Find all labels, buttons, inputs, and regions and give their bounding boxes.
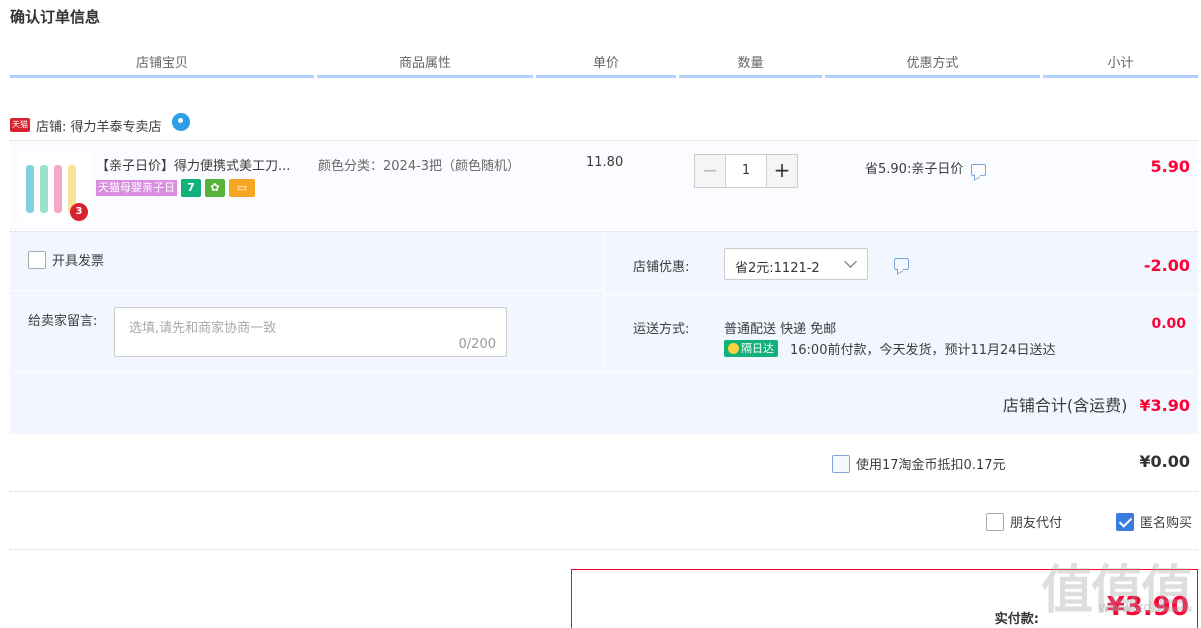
- coins-amount: ¥0.00: [1139, 452, 1190, 471]
- column-header-subtotal: 小计: [1043, 54, 1198, 78]
- item-attribute: 颜色分类：2024-3把（颜色随机）: [318, 159, 521, 174]
- message-icon[interactable]: [971, 163, 987, 176]
- knife-graphic: [40, 165, 48, 213]
- quantity-input[interactable]: 1: [726, 154, 766, 188]
- knife-graphic: [54, 165, 62, 213]
- next-day-badge: 隔日达: [724, 340, 778, 357]
- anonymous-buy-label: 匿名购买: [1140, 516, 1193, 531]
- next-day-label: 隔日达: [741, 342, 774, 355]
- column-header-item: 店铺宝贝: [10, 54, 314, 78]
- coins-row: 使用17淘金币抵扣0.17元 ¥0.00: [10, 434, 1198, 492]
- memo-textarea[interactable]: 选填,请先和商家协商一致 0/200: [114, 307, 507, 357]
- shop-coupon-select[interactable]: 省2元:1121-2: [724, 248, 868, 280]
- quantity-plus-button[interactable]: +: [766, 154, 798, 188]
- coins-option[interactable]: 使用17淘金币抵扣0.17元: [832, 454, 1006, 473]
- shipping-label: 运送方式:: [633, 322, 690, 337]
- item-badges: 天猫母婴亲子日 7 ✿ ▭: [96, 179, 255, 197]
- anonymous-buy-checkbox[interactable]: [1116, 512, 1134, 531]
- page-title: 确认订单信息: [10, 8, 101, 26]
- invoice-checkbox[interactable]: [28, 250, 46, 269]
- friend-pay-option[interactable]: 朋友代付: [986, 512, 1062, 531]
- invoice-label: 开具发票: [52, 254, 105, 269]
- divider: [604, 232, 605, 372]
- item-price: 11.80: [586, 155, 624, 170]
- item-thumbnail[interactable]: 3: [18, 151, 90, 223]
- shop-name[interactable]: 店铺: 得力羊泰专卖店: [36, 116, 162, 135]
- shop-coupon-amount: -2.00: [1143, 256, 1190, 275]
- credit-card-icon: ▭: [229, 179, 255, 197]
- column-header-discount: 优惠方式: [825, 54, 1040, 78]
- quantity-stepper: − 1 +: [694, 154, 798, 188]
- shop-coupon-value: 省2元:1121-2: [735, 261, 820, 276]
- item-subtotal: 5.90: [1150, 157, 1190, 176]
- store-total-label: 店铺合计(含运费): [1002, 396, 1128, 415]
- message-icon[interactable]: [894, 258, 909, 270]
- watermark-url: www.zdm...: [1098, 600, 1179, 616]
- extra-options-row: 朋友代付 匿名购买: [10, 492, 1198, 550]
- friend-pay-checkbox[interactable]: [986, 512, 1004, 531]
- wangwang-chat-icon[interactable]: [171, 113, 190, 131]
- coins-label: 使用17淘金币抵扣0.17元: [856, 458, 1006, 473]
- order-options: 开具发票 给卖家留言: 选填,请先和商家协商一致 0/200 店铺优惠: 省2元…: [10, 232, 1198, 434]
- shipping-eta: 隔日达 16:00前付款，今天发货，预计11月24日送达: [724, 339, 1056, 358]
- invoice-option[interactable]: 开具发票: [28, 250, 104, 269]
- quality-guarantee-icon: ✿: [205, 179, 225, 197]
- memo-char-count: 0/200: [458, 337, 496, 352]
- shipping-method: 普通配送 快递 免邮: [724, 322, 837, 337]
- shipping-note: 16:00前付款，今天发货，预计11月24日送达: [790, 343, 1056, 358]
- knife-graphic: [26, 165, 34, 213]
- seven-day-return-icon: 7: [181, 179, 201, 197]
- store-total: 店铺合计(含运费) ¥3.90: [1003, 392, 1190, 416]
- column-header-attr: 商品属性: [317, 54, 533, 78]
- store-total-amount: ¥3.90: [1139, 396, 1190, 415]
- coins-checkbox[interactable]: [832, 454, 850, 473]
- divider: [604, 294, 1198, 295]
- column-header: 店铺宝贝 商品属性 单价 数量 优惠方式 小计: [10, 54, 1198, 80]
- item-discount: 省5.90:亲子日价: [865, 158, 987, 177]
- column-header-price: 单价: [536, 54, 676, 78]
- item-title-link[interactable]: 【亲子日价】得力便携式美工刀...: [96, 155, 312, 174]
- friend-pay-label: 朋友代付: [1010, 516, 1063, 531]
- lightning-icon: [728, 343, 739, 354]
- shipping-amount: 0.00: [1151, 316, 1186, 332]
- chevron-down-icon: [844, 255, 857, 268]
- quantity-minus-button[interactable]: −: [694, 154, 726, 188]
- payment-label: 实付款:: [994, 612, 1039, 627]
- tmall-badge: 天猫: [10, 118, 30, 132]
- memo-placeholder: 选填,请先和商家协商一致: [129, 321, 277, 336]
- divider: [10, 290, 604, 291]
- shop-row: 天猫 店铺: 得力羊泰专卖店: [10, 113, 190, 137]
- order-item: 3 【亲子日价】得力便携式美工刀... 天猫母婴亲子日 7 ✿ ▭ 颜色分类：2…: [10, 140, 1198, 232]
- memo-label: 给卖家留言:: [28, 314, 98, 329]
- promo-badge: 天猫母婴亲子日: [96, 180, 177, 196]
- item-discount-label: 省5.90:亲子日价: [865, 162, 964, 177]
- divider: [10, 372, 1198, 373]
- column-header-qty: 数量: [679, 54, 822, 78]
- shop-coupon-label: 店铺优惠:: [633, 260, 690, 275]
- anonymous-buy-option[interactable]: 匿名购买: [1116, 512, 1192, 531]
- thumb-qty-tag: 3: [70, 203, 88, 221]
